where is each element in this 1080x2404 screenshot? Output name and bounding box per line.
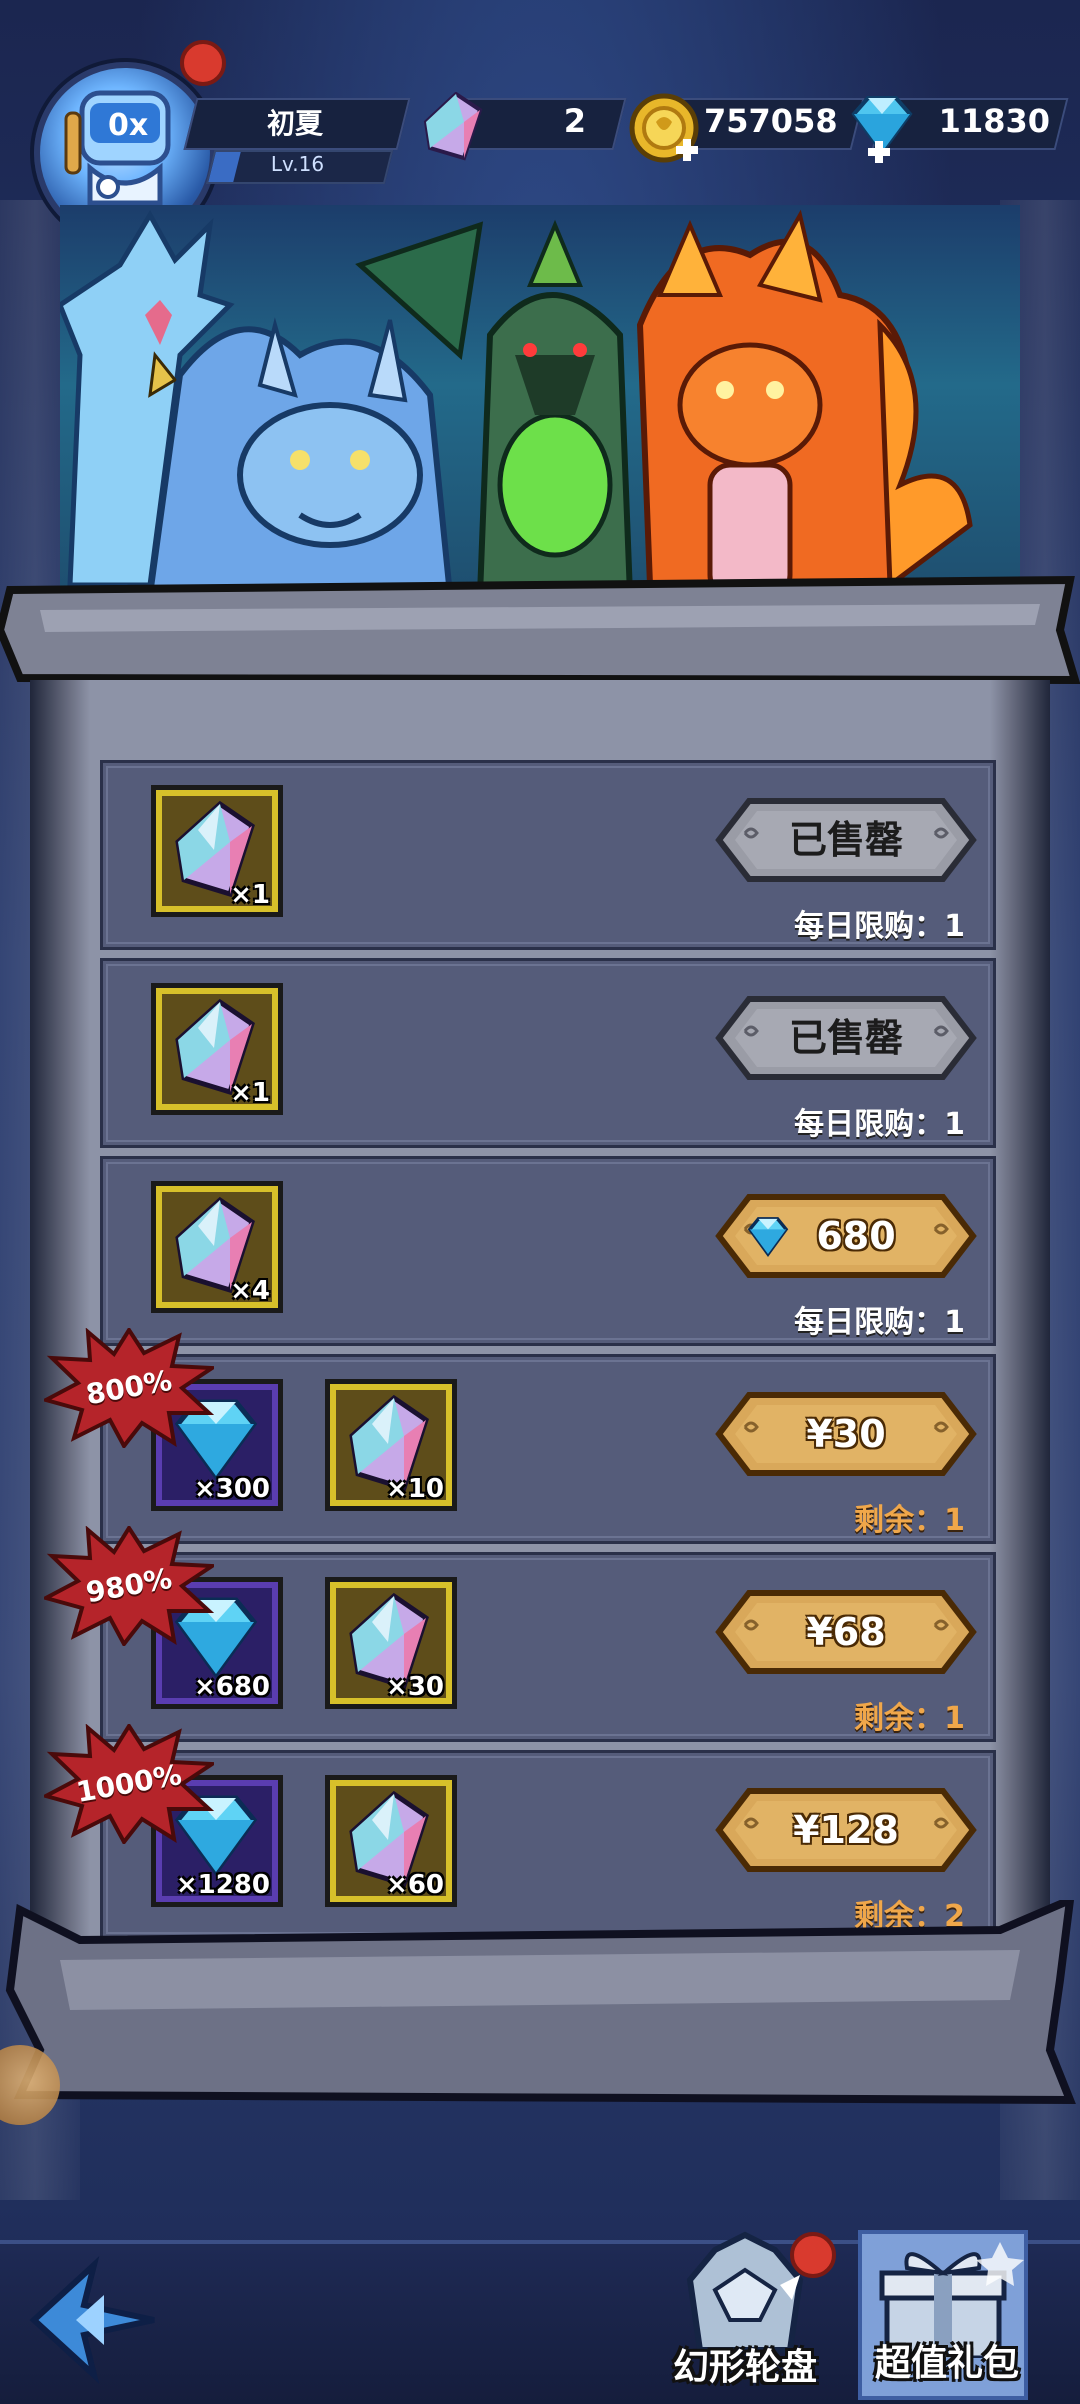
dragons-illustration-icon (60, 209, 973, 598)
item-quantity: ×1 (230, 880, 270, 910)
dragons-banner (60, 205, 1020, 605)
diamond-plus-icon (842, 92, 922, 172)
crystal-count: 2 (563, 102, 586, 140)
item-quantity: ×680 (193, 1672, 270, 1702)
avatar-notification-dot (180, 40, 226, 86)
value-badge: 800% (44, 1328, 214, 1448)
wheel-notification-dot (790, 2232, 836, 2278)
crystal-counter[interactable]: 2 (420, 91, 630, 161)
button-label: ¥68 (806, 1610, 886, 1654)
daily-limit: 每日限购：1 (794, 1305, 965, 1340)
nav-gift-pack[interactable]: 超值礼包 (858, 2230, 1028, 2400)
sold-out-button[interactable]: 已售罄 (715, 995, 977, 1081)
item-quantity: ×300 (193, 1474, 270, 1504)
button-label: 680 (816, 1214, 896, 1258)
shop-row: ×1 已售罄每日限购：1 (100, 958, 996, 1148)
crystal-item-slot[interactable]: ×30 (325, 1577, 457, 1709)
item-quantity: ×10 (386, 1474, 444, 1504)
back-button[interactable] (24, 2255, 164, 2385)
item-quantity: ×30 (386, 1672, 444, 1702)
buy-button[interactable]: ¥68 (715, 1589, 977, 1675)
shop-row: ×1 已售罄每日限购：1 (100, 760, 996, 950)
crystal-item-slot[interactable]: ×1 (151, 785, 283, 917)
remaining-count: 剩余：1 (854, 1503, 965, 1538)
diamond-count: 11830 (938, 102, 1050, 140)
diamond-counter[interactable]: 11830 (842, 92, 1069, 163)
sold-out-button[interactable]: 已售罄 (715, 797, 977, 883)
daily-limit: 每日限购：1 (794, 909, 965, 944)
nav-gift-label: 超值礼包 (874, 2343, 1019, 2384)
buy-button[interactable]: ¥30 (715, 1391, 977, 1477)
daily-limit: 每日限购：1 (794, 1107, 965, 1142)
buy-button[interactable]: ¥128 (715, 1787, 977, 1873)
crystal-item-slot[interactable]: ×60 (325, 1775, 457, 1907)
shop-row: ×680 ×30 ¥68 剩余：1 (100, 1552, 996, 1742)
item-quantity: ×4 (230, 1276, 270, 1306)
crystal-item-slot[interactable]: ×4 (151, 1181, 283, 1313)
button-label: 已售罄 (788, 818, 903, 862)
crystal-item-slot[interactable]: ×10 (325, 1379, 457, 1511)
item-quantity: ×1280 (175, 1870, 270, 1900)
value-badge: 980% (44, 1526, 214, 1646)
buy-button[interactable]: 680 (715, 1193, 977, 1279)
nav-wheel[interactable]: 幻形轮盘 (660, 2230, 836, 2400)
nav-wheel-label: 幻形轮盘 (672, 2347, 817, 2388)
remaining-count: 剩余：1 (854, 1701, 965, 1736)
gold-count: 757058 (704, 102, 838, 140)
player-level: Lv.16 (270, 152, 325, 176)
item-quantity: ×1 (230, 1078, 270, 1108)
button-label: ¥30 (806, 1412, 886, 1456)
gold-coin-plus-icon (628, 92, 704, 172)
player-info: 初夏 Lv.16 (183, 98, 411, 184)
avatar-character-icon: 0x (64, 90, 171, 206)
back-arrow-icon (29, 2256, 155, 2384)
scroll-top-roller (0, 575, 1080, 685)
button-label: ¥128 (793, 1808, 899, 1852)
svg-text:0x: 0x (108, 108, 148, 143)
gold-counter[interactable]: 757058 (628, 92, 865, 163)
button-label: 已售罄 (788, 1016, 903, 1060)
value-badge: 1000% (44, 1724, 214, 1844)
crystal-item-slot[interactable]: ×1 (151, 983, 283, 1115)
shop-row: ×4 680 每日限购：1 (100, 1156, 996, 1346)
shop-row: ×300 ×10 ¥30 剩余：1 (100, 1354, 996, 1544)
shop-list[interactable]: ×1 已售罄 每日限购：1 ×1 已售罄 每日限购：1 ×4 680 每日限购：1 ×300 ×10… (100, 760, 996, 1960)
scroll-bottom-roller (5, 1900, 1076, 2105)
item-quantity: ×60 (386, 1870, 444, 1900)
player-name: 初夏 (266, 107, 323, 140)
crystal-icon (420, 91, 486, 166)
